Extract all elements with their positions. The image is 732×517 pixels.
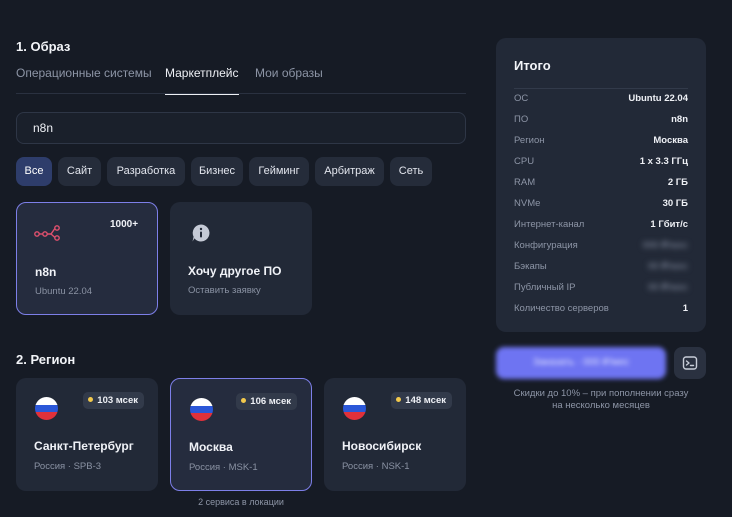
row-label: Количество серверов [514, 303, 609, 314]
row-value: 30 ГБ [662, 198, 688, 209]
search-input[interactable] [16, 112, 466, 144]
row-label: ОС [514, 93, 529, 104]
region-card-moscow[interactable]: 106 мсек Москва Россия · MSK-1 [170, 378, 312, 491]
russia-flag-icon [35, 397, 58, 420]
region-city: Санкт-Петербург [34, 439, 134, 453]
tab-my-images[interactable]: Мои образы [255, 66, 323, 94]
summary-row-public-ip: Публичный IP 00 ₽/мес [514, 282, 688, 296]
summary-row-nvme: NVMe 30 ГБ [514, 198, 688, 212]
summary-divider [514, 88, 688, 89]
summary-row-software: ПО n8n [514, 114, 688, 128]
row-label: Бэкапы [514, 261, 547, 272]
summary-title: Итого [514, 58, 551, 73]
row-label: ПО [514, 114, 529, 125]
row-value: 00 ₽/мес [648, 282, 688, 293]
ping-value: 148 мсек [405, 395, 446, 406]
ping-value: 106 мсек [250, 396, 291, 407]
summary-row-os: ОС Ubuntu 22.04 [514, 93, 688, 107]
region-city: Москва [189, 440, 233, 454]
filter-site[interactable]: Сайт [58, 157, 101, 186]
region-code: Россия · NSK-1 [342, 461, 410, 472]
ping-badge: 106 мсек [236, 393, 297, 410]
row-label: Публичный IP [514, 282, 576, 293]
summary-row-server-count: Количество серверов 1 [514, 303, 688, 317]
ping-value: 103 мсек [97, 395, 138, 406]
summary-panel: Итого ОС Ubuntu 22.04 ПО n8n Регион Москва … [496, 38, 706, 332]
app-name: n8n [35, 265, 57, 279]
row-value: 000 ₽/мес [642, 240, 688, 251]
app-card-n8n[interactable]: 1000+ n8n Ubuntu 22.04 [16, 202, 158, 315]
discount-line: на несколько месяцев [552, 400, 650, 411]
image-tabs: Операционные системы Маркетплейс Мои обр… [16, 62, 466, 95]
summary-row-backups: Бэкапы 00 ₽/мес [514, 261, 688, 275]
tab-marketplace[interactable]: Маркетплейс [165, 66, 239, 95]
region-city: Новосибирск [342, 439, 422, 453]
row-label: RAM [514, 177, 536, 188]
discount-note: Скидки до 10% – при пополнении сразу на … [496, 388, 706, 412]
filter-gaming[interactable]: Гейминг [249, 157, 309, 186]
summary-row-ram: RAM 2 ГБ [514, 177, 688, 191]
row-value: n8n [671, 114, 688, 125]
app-os: Ubuntu 22.04 [35, 286, 93, 297]
popularity-badge: 1000+ [110, 219, 139, 230]
summary-row-bandwidth: Интернет-канал 1 Гбит/с [514, 219, 688, 233]
filter-arbitrage[interactable]: Арбитраж [315, 157, 384, 186]
russia-flag-icon [343, 397, 366, 420]
share-nodes-icon [34, 225, 60, 246]
row-value: 00 ₽/мес [648, 261, 688, 272]
row-label: Интернет-канал [514, 219, 585, 230]
ping-dot-icon [88, 397, 94, 402]
discount-line: Скидки до 10% – при пополнении сразу [513, 388, 689, 399]
ping-dot-icon [396, 397, 402, 402]
filter-network[interactable]: Сеть [390, 157, 432, 186]
terminal-icon [682, 355, 698, 376]
image-section-title: 1. Образ [16, 39, 71, 54]
row-value: Ubuntu 22.04 [628, 93, 688, 104]
region-code: Россия · SPB-3 [34, 461, 102, 472]
ping-dot-icon [241, 398, 247, 403]
region-card-spb[interactable]: 103 мсек Санкт-Петербург Россия · SPB-3 [16, 378, 158, 491]
region-code: Россия · MSK-1 [189, 462, 258, 473]
row-label: CPU [514, 156, 535, 167]
tab-operating-systems[interactable]: Операционные системы [16, 66, 152, 94]
row-label: Конфигурация [514, 240, 578, 251]
region-card-nsk[interactable]: 148 мсек Новосибирск Россия · NSK-1 [324, 378, 466, 491]
terminal-button[interactable] [674, 347, 706, 379]
row-label: Регион [514, 135, 545, 146]
ping-badge: 148 мсек [391, 392, 452, 409]
app-request-link: Оставить заявку [188, 285, 261, 296]
row-value: Москва [653, 135, 688, 146]
order-button[interactable]: Заказать · 000 ₽/мес [496, 347, 666, 379]
row-label: NVMe [514, 198, 541, 209]
region-services-note: 2 сервиса в локации [198, 497, 284, 507]
filter-business[interactable]: Бизнес [191, 157, 243, 186]
ping-badge: 103 мсек [83, 392, 144, 409]
info-bubble-icon [191, 223, 211, 248]
summary-row-cpu: CPU 1 x 3.3 ГГц [514, 156, 688, 170]
filter-development[interactable]: Разработка [107, 157, 185, 186]
russia-flag-icon [190, 398, 213, 421]
region-section-title: 2. Регион [16, 352, 76, 367]
summary-row-region: Регион Москва [514, 135, 688, 149]
app-card-request-other[interactable]: Хочу другое ПО Оставить заявку [170, 202, 312, 315]
filter-all[interactable]: Все [16, 157, 52, 186]
row-value: 1 x 3.3 ГГц [639, 156, 688, 167]
app-name: Хочу другое ПО [188, 264, 282, 278]
row-value: 1 [682, 303, 688, 314]
row-value: 1 Гбит/с [650, 219, 688, 230]
summary-row-config: Конфигурация 000 ₽/мес [514, 240, 688, 254]
row-value: 2 ГБ [667, 177, 688, 188]
